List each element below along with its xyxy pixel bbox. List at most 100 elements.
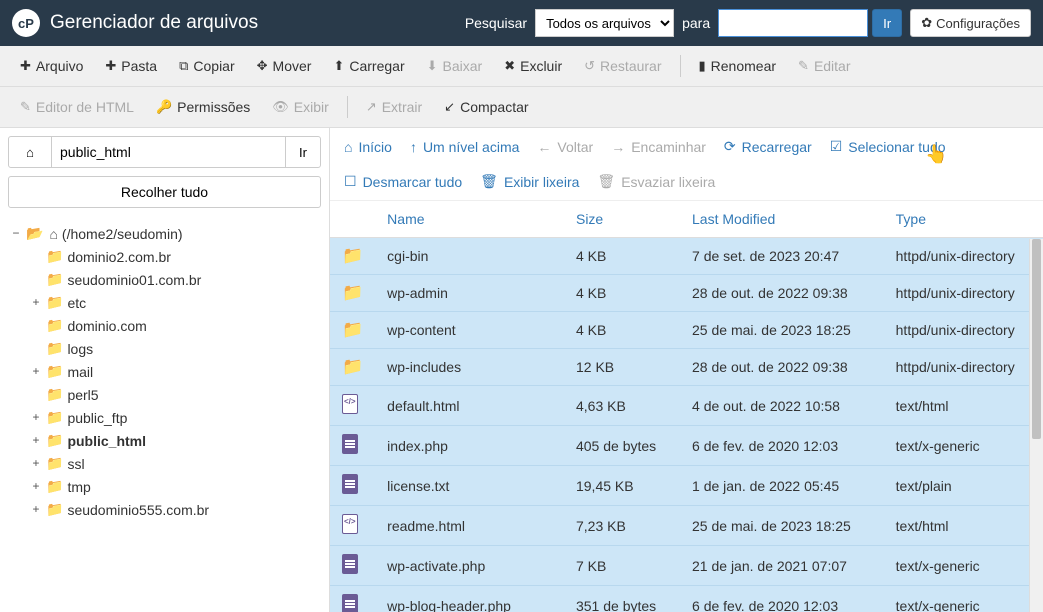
table-row[interactable]: 📁wp-admin4 KB28 de out. de 2022 09:38htt… bbox=[330, 275, 1043, 312]
expand-icon[interactable]: + bbox=[30, 503, 42, 517]
cell-type: text/html bbox=[884, 506, 1043, 546]
col-name[interactable]: Name bbox=[375, 201, 564, 238]
tree-item[interactable]: +📁mail bbox=[30, 360, 319, 383]
cell-modified: 7 de set. de 2023 20:47 bbox=[680, 238, 884, 275]
key-icon: 🔑 bbox=[156, 99, 172, 115]
table-row[interactable]: readme.html7,23 KB25 de mai. de 2023 18:… bbox=[330, 506, 1043, 546]
cell-name: wp-activate.php bbox=[375, 546, 564, 586]
cell-name: wp-includes bbox=[375, 349, 564, 386]
folder-icon: 📁 bbox=[46, 248, 63, 265]
search-scope-select[interactable]: Todos os arquivos bbox=[535, 9, 674, 37]
scrollbar-thumb[interactable] bbox=[1032, 239, 1041, 439]
cell-type: httpd/unix-directory bbox=[884, 275, 1043, 312]
tree-item-label: public_ftp bbox=[67, 410, 127, 426]
new-file-button[interactable]: ✚Arquivo bbox=[10, 52, 93, 80]
scrollbar[interactable] bbox=[1029, 239, 1043, 612]
download-button[interactable]: ⬇Baixar bbox=[417, 52, 493, 80]
tree-item[interactable]: 📁seudominio01.com.br bbox=[30, 268, 319, 291]
move-button[interactable]: ✥Mover bbox=[247, 52, 322, 80]
up-level-button[interactable]: ↑Um nível acima bbox=[410, 139, 519, 155]
empty-trash-button[interactable]: 🗑Esvaziar lixeira bbox=[597, 173, 715, 190]
tree-item-label: dominio.com bbox=[67, 318, 146, 334]
folder-icon: 📁 bbox=[342, 357, 363, 376]
show-trash-button[interactable]: 🗑Exibir lixeira bbox=[480, 173, 579, 190]
expand-icon[interactable]: + bbox=[30, 296, 42, 310]
collapse-icon[interactable]: − bbox=[10, 227, 22, 241]
path-home-button[interactable]: ⌂ bbox=[8, 136, 52, 168]
tree-item[interactable]: +📁seudominio555.com.br bbox=[30, 498, 319, 521]
tree-item-label: seudominio555.com.br bbox=[67, 502, 209, 518]
table-row[interactable]: license.txt19,45 KB1 de jan. de 2022 05:… bbox=[330, 466, 1043, 506]
view-button[interactable]: 👁Exibir bbox=[262, 93, 339, 121]
table-row[interactable]: default.html4,63 KB4 de out. de 2022 10:… bbox=[330, 386, 1043, 426]
extract-button[interactable]: ↗Extrair bbox=[356, 93, 432, 121]
folder-icon: 📁 bbox=[46, 386, 63, 403]
html-file-icon bbox=[342, 394, 358, 414]
expand-icon[interactable]: + bbox=[30, 457, 42, 471]
tree-item[interactable]: + 📁tmp bbox=[30, 475, 319, 498]
permissions-button[interactable]: 🔑Permissões bbox=[146, 93, 260, 121]
download-icon: ⬇ bbox=[427, 58, 438, 74]
folder-icon: 📁 bbox=[46, 478, 63, 495]
reload-button[interactable]: ⟳Recarregar bbox=[724, 138, 812, 155]
expand-icon[interactable]: + bbox=[30, 434, 42, 448]
tree-item[interactable]: 📁dominio2.com.br bbox=[30, 245, 319, 268]
copy-button[interactable]: ⧉Copiar bbox=[169, 52, 245, 80]
cell-size: 7,23 KB bbox=[564, 506, 680, 546]
new-folder-button[interactable]: ✚Pasta bbox=[95, 52, 167, 80]
deselect-all-button[interactable]: ☐Desmarcar tudo bbox=[344, 173, 462, 190]
home-button[interactable]: ⌂Início bbox=[344, 139, 392, 155]
path-row: ⌂ Ir bbox=[0, 128, 329, 176]
tree-item[interactable]: 📁dominio.com bbox=[30, 314, 319, 337]
back-button[interactable]: ←Voltar bbox=[537, 139, 593, 155]
table-row[interactable]: wp-blog-header.php351 de bytes6 de fev. … bbox=[330, 586, 1043, 612]
toolbar-separator bbox=[680, 55, 681, 77]
table-row[interactable]: 📁wp-includes12 KB28 de out. de 2022 09:3… bbox=[330, 349, 1043, 386]
gear-icon: ✿ bbox=[921, 15, 932, 31]
tree-item[interactable]: 📁logs bbox=[30, 337, 319, 360]
restore-button[interactable]: ↺Restaurar bbox=[574, 52, 671, 80]
search-for-label: para bbox=[682, 15, 710, 31]
compress-button[interactable]: ↙Compactar bbox=[434, 93, 538, 121]
app-title: Gerenciador de arquivos bbox=[50, 12, 258, 34]
settings-button[interactable]: ✿ Configurações bbox=[910, 9, 1031, 37]
expand-icon[interactable]: + bbox=[30, 480, 42, 494]
pencil-icon: ✎ bbox=[798, 58, 809, 74]
select-all-button[interactable]: ☑Selecionar tudo bbox=[830, 138, 946, 155]
tree-item[interactable]: +📁ssl bbox=[30, 452, 319, 475]
table-row[interactable]: 📁cgi-bin4 KB7 de set. de 2023 20:47httpd… bbox=[330, 238, 1043, 275]
cell-size: 351 de bytes bbox=[564, 586, 680, 612]
col-size[interactable]: Size bbox=[564, 201, 680, 238]
upload-button[interactable]: ⬆Carregar bbox=[323, 52, 414, 80]
rename-button[interactable]: ▮Renomear bbox=[689, 52, 787, 80]
tree-item[interactable]: +📁public_html bbox=[30, 429, 319, 452]
delete-button[interactable]: ✖Excluir bbox=[494, 52, 572, 80]
search-input[interactable] bbox=[718, 9, 868, 37]
table-row[interactable]: wp-activate.php7 KB21 de jan. de 2021 07… bbox=[330, 546, 1043, 586]
tree-item[interactable]: +📁etc bbox=[30, 291, 319, 314]
tree-item-label: ssl bbox=[67, 456, 84, 472]
expand-icon[interactable]: + bbox=[30, 411, 42, 425]
path-go-button[interactable]: Ir bbox=[285, 136, 321, 168]
tree-root[interactable]: − 📂 ⌂ (/home2/seudomin) bbox=[10, 222, 319, 245]
edit-button[interactable]: ✎Editar bbox=[788, 52, 860, 80]
tree-item-label: tmp bbox=[67, 479, 90, 495]
forward-button[interactable]: →Encaminhar bbox=[611, 139, 706, 155]
folder-icon: 📁 bbox=[46, 432, 63, 449]
tree-item[interactable]: 📁perl5 bbox=[30, 383, 319, 406]
expand-icon[interactable]: + bbox=[30, 365, 42, 379]
col-modified[interactable]: Last Modified bbox=[680, 201, 884, 238]
path-input[interactable] bbox=[52, 136, 285, 168]
html-editor-button[interactable]: ✎Editor de HTML bbox=[10, 93, 144, 121]
col-type[interactable]: Type bbox=[884, 201, 1043, 238]
table-row[interactable]: 📁wp-content4 KB25 de mai. de 2023 18:25h… bbox=[330, 312, 1043, 349]
tree-item[interactable]: +📁public_ftp bbox=[30, 406, 319, 429]
col-icon[interactable] bbox=[330, 201, 375, 238]
cell-name: default.html bbox=[375, 386, 564, 426]
table-row[interactable]: index.php405 de bytes6 de fev. de 2020 1… bbox=[330, 426, 1043, 466]
collapse-all-button[interactable]: Recolher tudo bbox=[8, 176, 321, 208]
left-panel: ⌂ Ir Recolher tudo − 📂 ⌂ (/home2/seudomi… bbox=[0, 128, 330, 612]
search-go-button[interactable]: Ir bbox=[872, 9, 902, 37]
cell-type: text/x-generic bbox=[884, 546, 1043, 586]
cell-size: 7 KB bbox=[564, 546, 680, 586]
